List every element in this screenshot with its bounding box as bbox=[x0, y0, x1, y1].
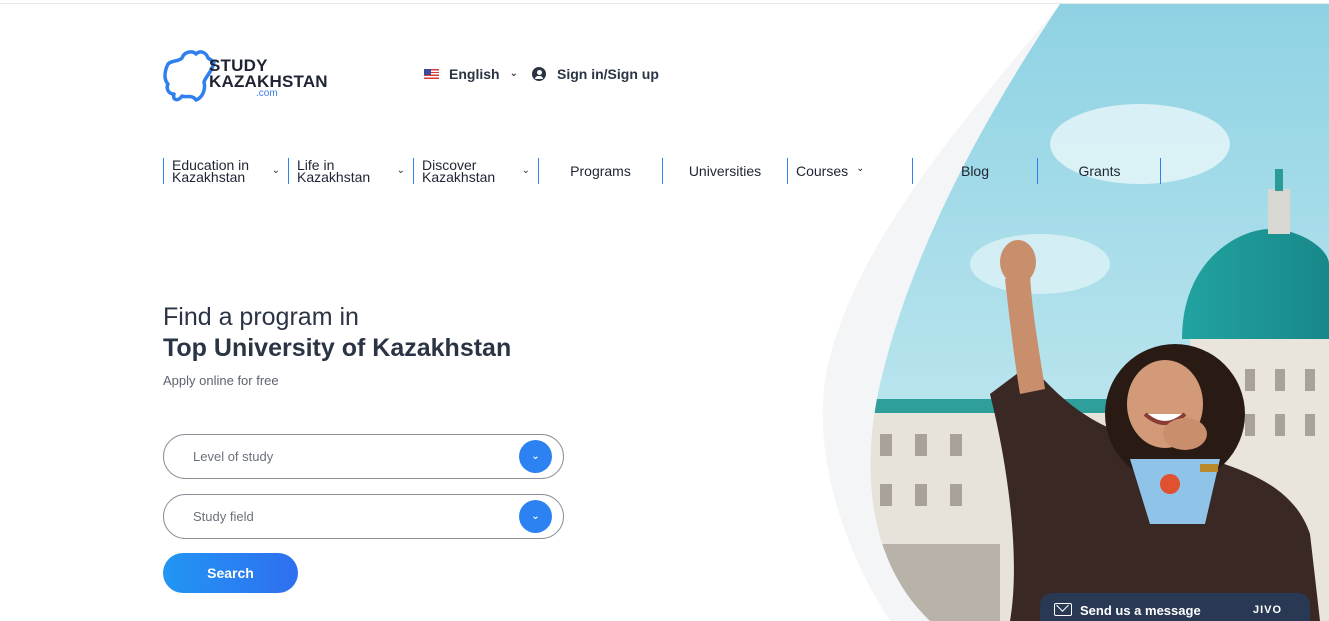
nav-label: Universities bbox=[688, 163, 762, 179]
nav-universities[interactable]: Universities bbox=[662, 158, 787, 184]
nav-education-in-kazakhstan[interactable]: Education in Kazakhstan ⌄ bbox=[163, 158, 288, 184]
nav-label-line2: Kazakhstan bbox=[172, 169, 246, 185]
mail-icon bbox=[1054, 603, 1072, 616]
us-flag-icon bbox=[424, 69, 439, 79]
chevron-down-icon: ⌄ bbox=[271, 165, 280, 176]
chat-widget[interactable]: Send us a message JIVO bbox=[1040, 593, 1310, 621]
chat-brand: JIVO bbox=[1253, 604, 1283, 616]
level-of-study-select[interactable]: Level of study ⌄ bbox=[163, 434, 564, 479]
nav-courses[interactable]: Courses ⌄ bbox=[787, 158, 912, 184]
nav-discover-kazakhstan[interactable]: Discover Kazakhstan ⌄ bbox=[413, 158, 538, 184]
nav-blog[interactable]: Blog bbox=[912, 158, 1037, 184]
language-selector[interactable]: English ⌄ bbox=[424, 64, 518, 84]
chat-label: Send us a message bbox=[1080, 603, 1201, 618]
chevron-down-icon: ⌄ bbox=[396, 165, 405, 176]
nav-label: Grants bbox=[1078, 163, 1121, 179]
signin-link[interactable]: Sign in/Sign up bbox=[532, 64, 659, 84]
nav-grants[interactable]: Grants bbox=[1037, 158, 1161, 184]
hero-title-line1: Find a program in bbox=[163, 303, 359, 331]
signin-label: Sign in/Sign up bbox=[557, 66, 659, 82]
nav-programs[interactable]: Programs bbox=[538, 158, 662, 184]
chevron-down-icon: ⌄ bbox=[509, 67, 518, 79]
study-field-select[interactable]: Study field ⌄ bbox=[163, 494, 564, 539]
nav-label-line2: Kazakhstan bbox=[297, 169, 371, 185]
user-circle-icon bbox=[532, 67, 546, 81]
hero-subtitle: Apply online for free bbox=[163, 373, 279, 388]
chevron-down-icon[interactable]: ⌄ bbox=[519, 440, 552, 473]
study-field-placeholder: Study field bbox=[193, 509, 254, 524]
hero-image bbox=[820, 4, 1329, 621]
nav-label: Blog bbox=[960, 163, 990, 179]
logo-line-domain: .com bbox=[256, 88, 278, 99]
search-button[interactable]: Search bbox=[163, 553, 298, 593]
chevron-down-icon[interactable]: ⌄ bbox=[519, 500, 552, 533]
nav-label: Programs bbox=[570, 163, 631, 179]
hero-title-line2: Top University of Kazakhstan bbox=[163, 334, 512, 362]
nav-life-in-kazakhstan[interactable]: Life in Kazakhstan ⌄ bbox=[288, 158, 413, 184]
chevron-down-icon: ⌄ bbox=[856, 162, 865, 174]
site-logo[interactable]: STUDY KAZAKHSTAN .com bbox=[162, 42, 332, 106]
chevron-down-icon: ⌄ bbox=[521, 165, 530, 176]
nav-divider bbox=[1160, 158, 1161, 184]
nav-label: Courses bbox=[796, 163, 849, 179]
nav-label-line2: Kazakhstan bbox=[422, 169, 496, 185]
level-of-study-placeholder: Level of study bbox=[193, 449, 274, 464]
main-nav: Education in Kazakhstan ⌄ Life in Kazakh… bbox=[163, 158, 1163, 184]
language-label: English bbox=[449, 66, 500, 82]
